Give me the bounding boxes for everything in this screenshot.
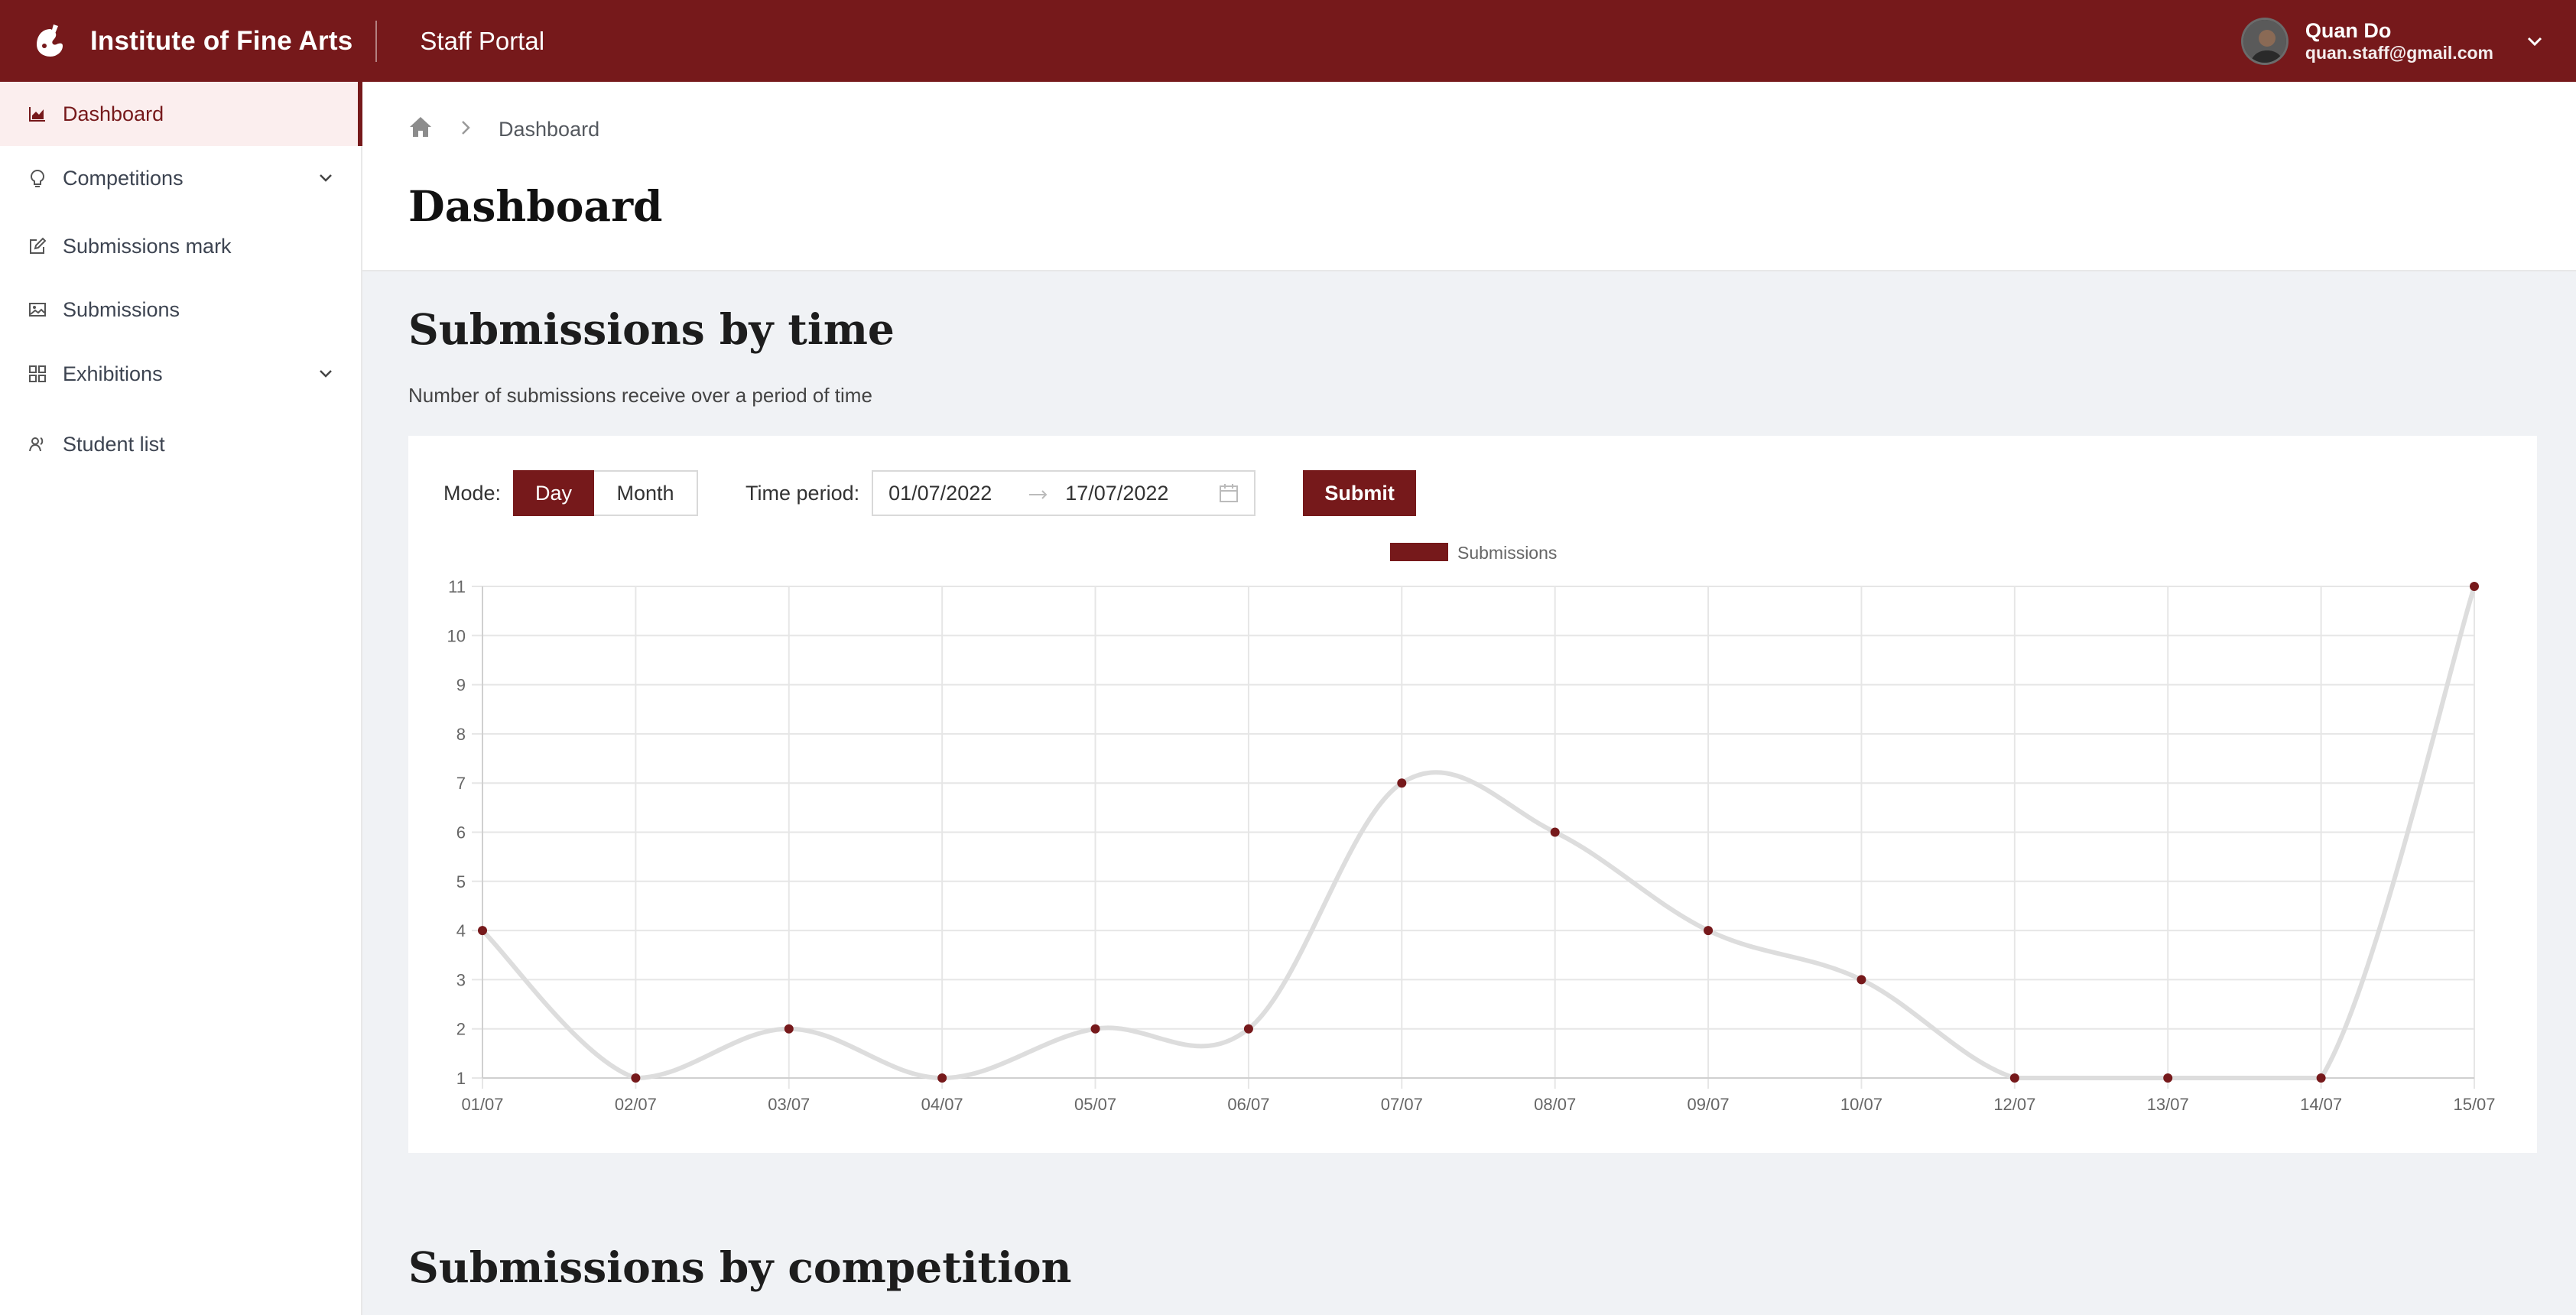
data-point — [2316, 1073, 2326, 1083]
breadcrumb-current: Dashboard — [499, 118, 600, 141]
chart-card: Mode: Day Month Time period: 01/07/2022 … — [408, 436, 2537, 1153]
data-point — [1704, 926, 1714, 936]
area-chart-icon — [28, 104, 47, 124]
home-icon[interactable] — [408, 115, 433, 144]
chevron-down-icon[interactable] — [317, 365, 335, 383]
data-point — [937, 1073, 947, 1083]
chevron-down-icon[interactable] — [2524, 31, 2545, 52]
submissions-line-chart: 1 2 3 4 5 6 7 8 9 10 11 01/07 02/07 03/07 04/07 05/07 06… — [447, 543, 2496, 1114]
y-tick-label: 7 — [456, 774, 466, 793]
x-tick-label: 06/07 — [1227, 1095, 1269, 1114]
user-menu[interactable]: Quan Do quan.staff@gmail.com — [2240, 0, 2545, 82]
section-title-submissions-by-competition: Submissions by competition — [408, 1242, 1072, 1292]
y-tick-label: 8 — [456, 725, 466, 744]
appstore-icon — [28, 364, 47, 384]
y-tick-label: 6 — [456, 823, 466, 843]
page-header: Dashboard Dashboard — [362, 82, 2576, 271]
sidebar-item-submissions-mark[interactable]: Submissions mark — [0, 215, 361, 278]
sidebar-item-label: Competitions — [63, 166, 184, 190]
brand[interactable]: Institute of Fine Arts — [0, 0, 352, 82]
brand-name: Institute of Fine Arts — [90, 25, 353, 56]
data-point — [1856, 975, 1866, 985]
user-info: Quan Do quan.staff@gmail.com — [2305, 19, 2493, 63]
legend-swatch — [1390, 543, 1448, 561]
data-point — [1243, 1024, 1253, 1034]
sidebar-item-label: Dashboard — [63, 102, 164, 125]
data-point — [478, 926, 487, 936]
x-tick-label: 12/07 — [1993, 1095, 2035, 1114]
header-divider — [375, 20, 378, 62]
x-tick-label: 15/07 — [2453, 1095, 2495, 1114]
y-tick-label: 10 — [447, 626, 466, 645]
edit-icon — [28, 236, 47, 256]
data-point — [2163, 1073, 2173, 1083]
x-tick-label: 09/07 — [1688, 1095, 1730, 1114]
sidebar: Dashboard Competitions Submissions mark … — [0, 82, 362, 1315]
sidebar-item-label: Student list — [63, 432, 165, 456]
data-point — [1550, 827, 1560, 837]
data-point — [631, 1073, 641, 1083]
y-tick-label: 1 — [456, 1069, 466, 1088]
user-email: quan.staff@gmail.com — [2305, 42, 2493, 63]
data-point — [784, 1024, 794, 1034]
team-icon — [28, 434, 47, 454]
y-tick-label: 5 — [456, 872, 466, 891]
picture-icon — [28, 300, 47, 320]
x-tick-label: 10/07 — [1840, 1095, 1882, 1114]
sidebar-item-label: Submissions mark — [63, 234, 232, 258]
sidebar-item-student-list[interactable]: Student list — [0, 412, 361, 476]
brush-palette-logo-icon — [31, 21, 70, 61]
sidebar-item-submissions[interactable]: Submissions — [0, 278, 361, 342]
portal-name: Staff Portal — [420, 26, 545, 55]
data-point — [1090, 1024, 1100, 1034]
bulb-icon — [28, 168, 47, 188]
data-point — [2470, 582, 2479, 591]
top-header: Institute of Fine Arts Staff Portal Quan… — [0, 0, 2576, 82]
avatar[interactable] — [2240, 17, 2289, 65]
chevron-right-icon — [460, 118, 471, 141]
y-tick-label: 9 — [456, 676, 466, 695]
x-tick-label: 04/07 — [921, 1095, 963, 1114]
data-point — [2009, 1073, 2019, 1083]
x-tick-label: 14/07 — [2300, 1095, 2342, 1114]
sidebar-item-dashboard[interactable]: Dashboard — [0, 82, 362, 146]
section-title-submissions-by-time: Submissions by time — [408, 304, 895, 354]
section-subtitle: Number of submissions receive over a per… — [408, 384, 872, 407]
x-tick-label: 05/07 — [1074, 1095, 1116, 1114]
y-tick-label: 3 — [456, 970, 466, 989]
page-title: Dashboard — [408, 181, 663, 231]
x-tick-label: 01/07 — [461, 1095, 503, 1114]
x-tick-label: 07/07 — [1381, 1095, 1423, 1114]
sidebar-item-label: Exhibitions — [63, 362, 163, 385]
x-tick-label: 02/07 — [615, 1095, 657, 1114]
x-tick-label: 03/07 — [768, 1095, 810, 1114]
y-tick-label: 11 — [448, 577, 466, 596]
data-point — [1397, 778, 1407, 788]
y-tick-label: 4 — [456, 921, 466, 940]
user-name: Quan Do — [2305, 18, 2392, 42]
sidebar-item-exhibitions[interactable]: Exhibitions — [0, 342, 361, 406]
x-tick-label: 13/07 — [2147, 1095, 2189, 1114]
legend-label: Submissions — [1457, 543, 1557, 563]
sidebar-item-competitions[interactable]: Competitions — [0, 146, 361, 210]
breadcrumb: Dashboard — [408, 115, 599, 144]
chevron-down-icon[interactable] — [317, 169, 335, 187]
sidebar-item-label: Submissions — [63, 297, 180, 321]
y-tick-label: 2 — [456, 1020, 466, 1039]
x-tick-label: 08/07 — [1534, 1095, 1576, 1114]
